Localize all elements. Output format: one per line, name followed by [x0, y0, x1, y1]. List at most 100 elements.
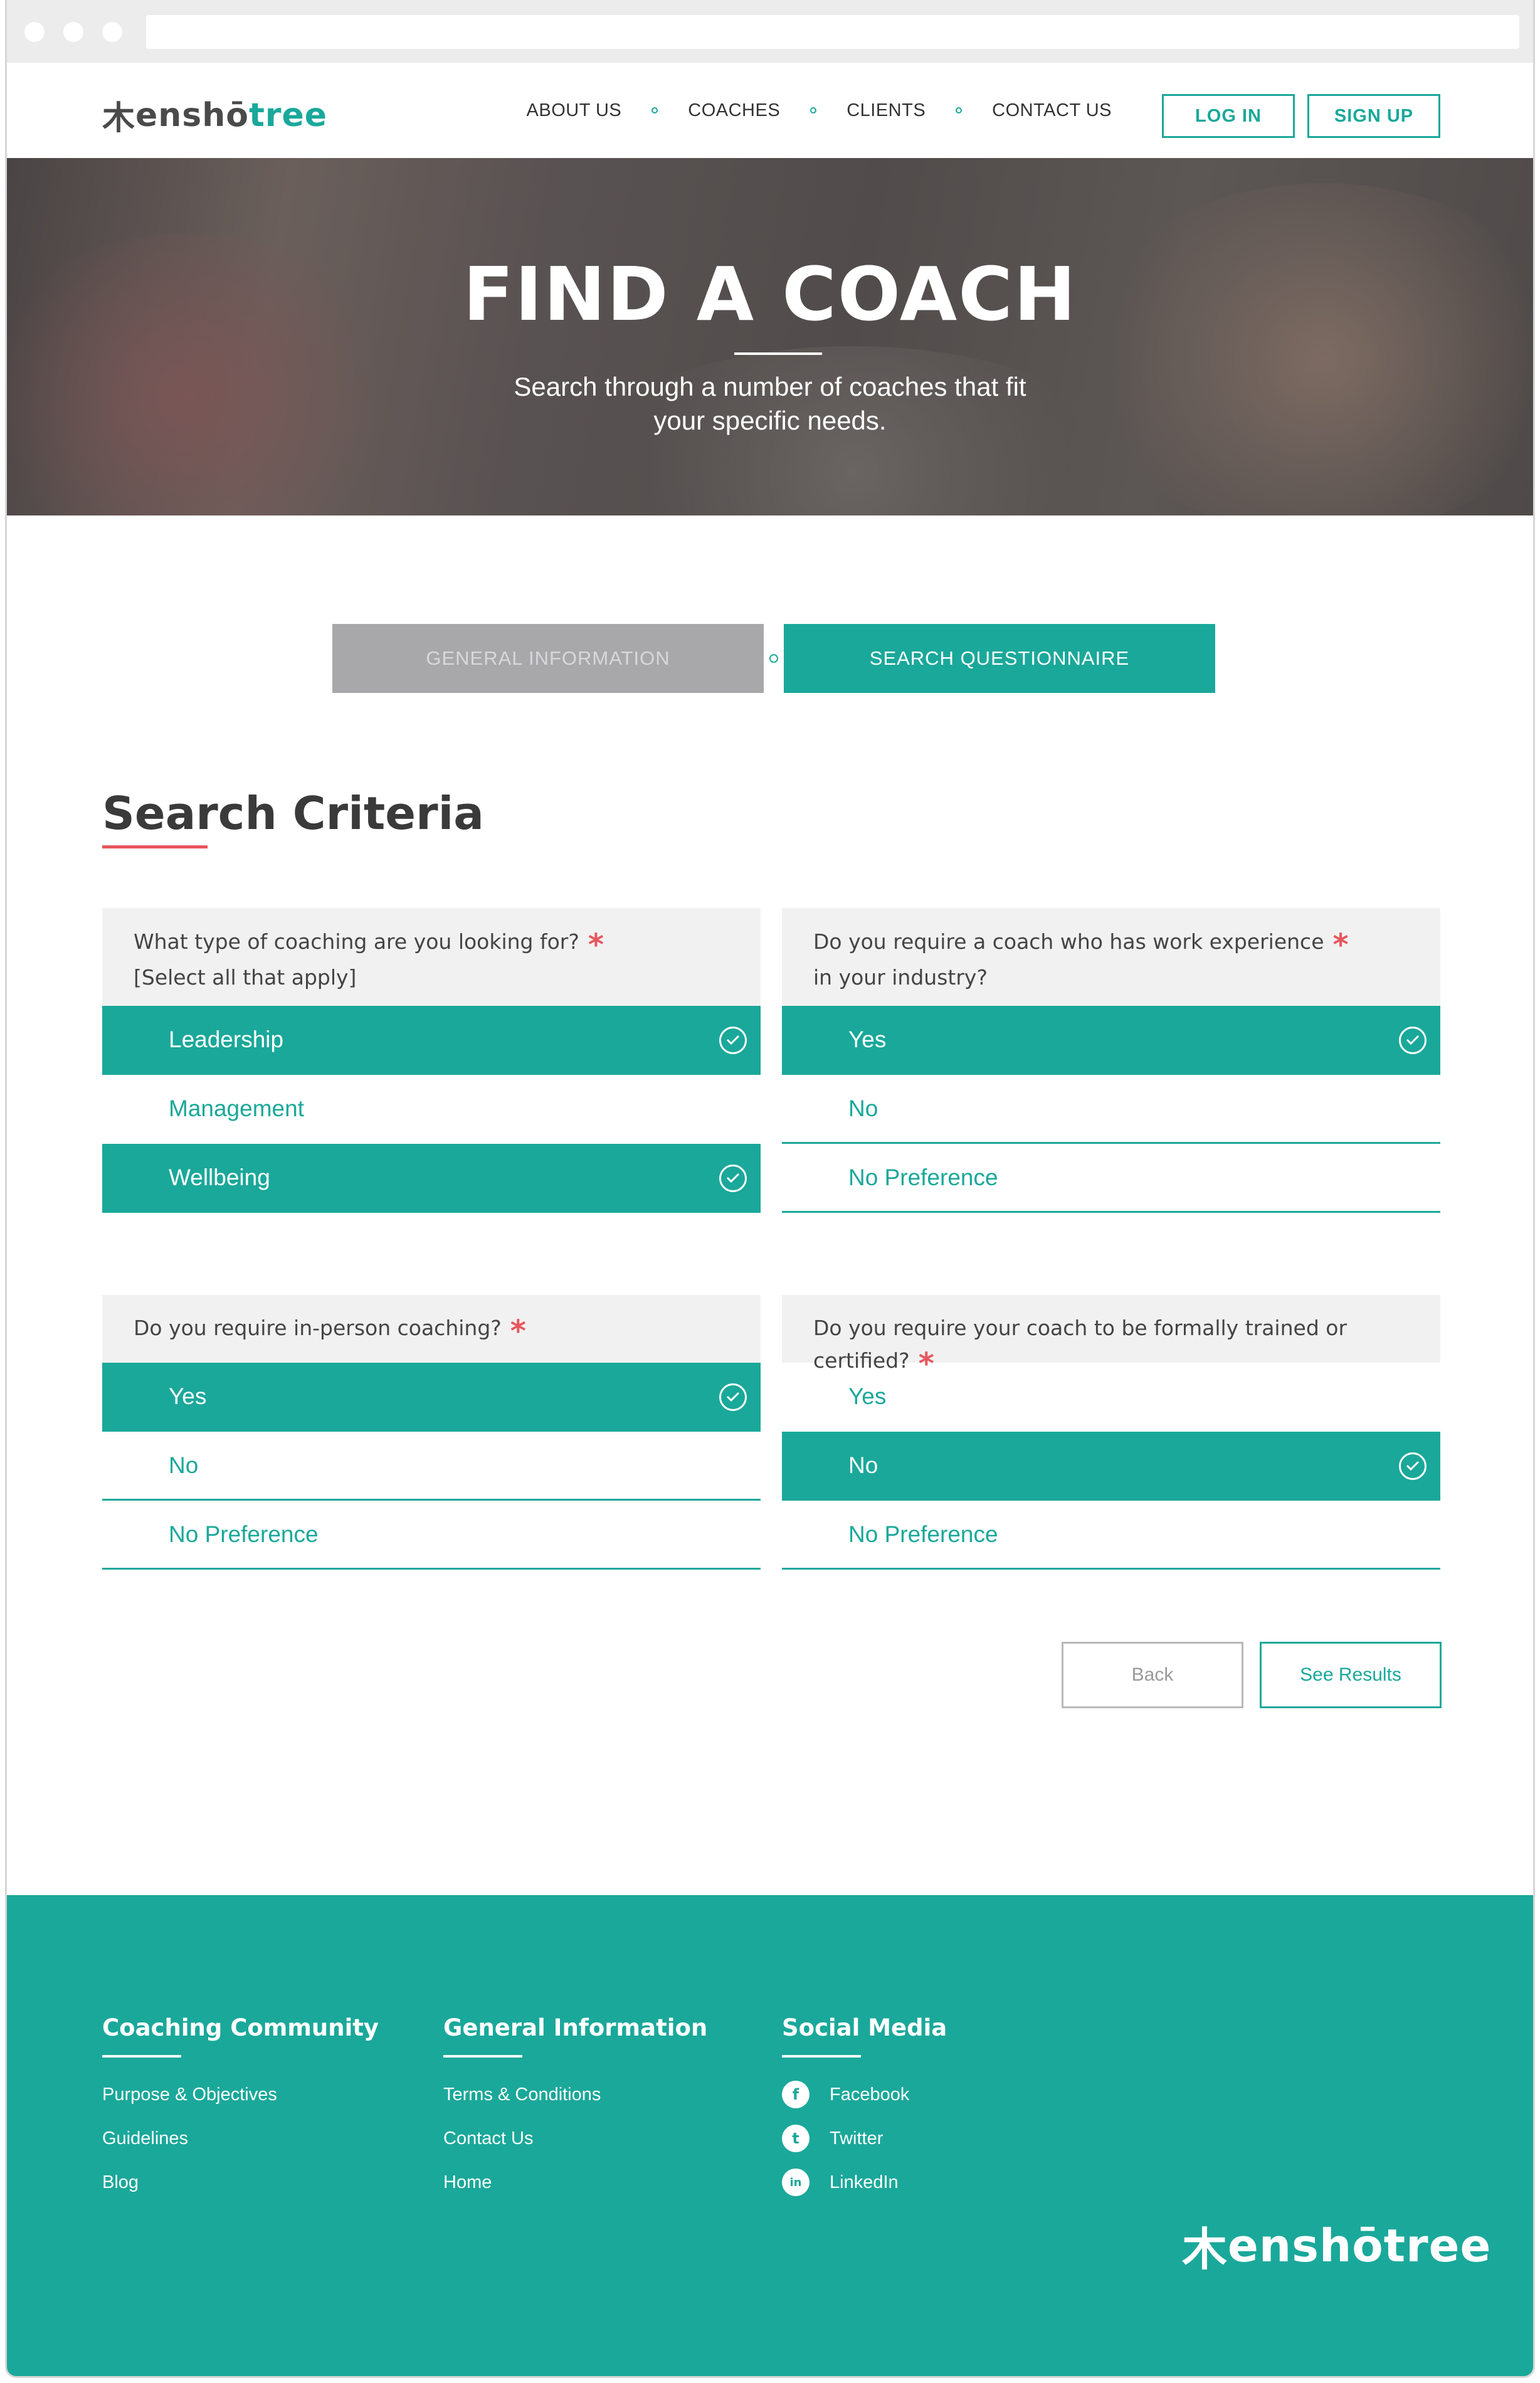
site-logo[interactable]: 木 enshō tree	[102, 92, 327, 139]
nav-separator-icon	[651, 107, 658, 114]
option-label: Yes	[848, 1383, 887, 1409]
top-navigation: 木 enshō tree ABOUT US COACHES CLIENTS CONT…	[7, 63, 1533, 158]
option-no[interactable]: No	[782, 1432, 1440, 1501]
option-yes[interactable]: Yes	[102, 1363, 761, 1432]
question-certified: Do you require your coach to be formally…	[782, 1295, 1440, 1570]
title-underline	[734, 352, 822, 355]
question-text: What type of coaching are you looking fo…	[134, 929, 579, 954]
browser-chrome	[7, 0, 1533, 63]
question-header: What type of coaching are you looking fo…	[102, 908, 761, 1006]
step-general-information[interactable]: GENERAL INFORMATION	[332, 624, 764, 693]
footer-column-community: Coaching Community Purpose & Objectives …	[102, 2014, 379, 2193]
section-title: Search Criteria	[102, 787, 484, 840]
footer-heading-underline	[443, 2055, 522, 2058]
check-icon	[719, 1165, 747, 1192]
social-twitter-link[interactable]: t Twitter	[782, 2125, 947, 2152]
window-dot-icon[interactable]	[102, 22, 122, 42]
window-dot-icon[interactable]	[24, 22, 45, 42]
option-label: No	[169, 1452, 199, 1478]
login-button[interactable]: LOG IN	[1162, 94, 1295, 138]
footer-link[interactable]: Blog	[102, 2172, 379, 2193]
option-yes[interactable]: Yes	[782, 1363, 1440, 1432]
facebook-icon: f	[782, 2081, 810, 2108]
nav-coaches[interactable]: COACHES	[688, 100, 780, 121]
signup-button[interactable]: SIGN UP	[1307, 94, 1440, 138]
nav-about-us[interactable]: ABOUT US	[527, 100, 622, 121]
question-text: Do you require a coach who has work expe…	[813, 929, 1324, 954]
see-results-button[interactable]: See Results	[1260, 1642, 1442, 1708]
required-icon: *	[588, 927, 604, 963]
subtitle-line: your specific needs.	[653, 406, 887, 435]
required-icon: *	[1332, 927, 1349, 963]
social-label: Twitter	[830, 2128, 883, 2148]
option-label: No	[848, 1095, 878, 1121]
option-label: No Preference	[169, 1521, 319, 1547]
footer-heading-underline	[782, 2055, 861, 2058]
option-leadership[interactable]: Leadership	[102, 1006, 761, 1075]
footer-link[interactable]: Contact Us	[443, 2128, 707, 2149]
nav-separator-icon	[810, 107, 817, 114]
address-bar[interactable]	[146, 15, 1519, 49]
option-yes[interactable]: Yes	[782, 1006, 1440, 1075]
option-label: Yes	[848, 1026, 887, 1052]
footer-heading: Coaching Community	[102, 2014, 379, 2041]
subtitle-line: Search through a number of coaches that …	[514, 372, 1026, 401]
back-button[interactable]: Back	[1062, 1642, 1243, 1708]
logo-tree-icon: 木	[102, 100, 136, 137]
check-icon	[719, 1383, 747, 1411]
option-no-preference[interactable]: No Preference	[102, 1501, 761, 1570]
footer-column-general: General Information Terms & Conditions C…	[443, 2014, 707, 2193]
footer-heading-underline	[102, 2055, 181, 2058]
option-no[interactable]: No	[782, 1075, 1440, 1144]
option-label: No Preference	[848, 1164, 998, 1190]
footer-column-social: Social Media f Facebook t Twitter in Linked…	[782, 2014, 947, 2196]
hero-background-image	[1073, 183, 1533, 515]
option-no[interactable]: No	[102, 1432, 761, 1501]
window-dot-icon[interactable]	[63, 22, 83, 42]
nav-clients[interactable]: CLIENTS	[846, 100, 926, 121]
option-wellbeing[interactable]: Wellbeing	[102, 1144, 761, 1213]
check-icon	[719, 1027, 747, 1054]
footer-logo[interactable]: 木 enshō tree	[1182, 2212, 1491, 2278]
footer-link[interactable]: Purpose & Objectives	[102, 2084, 379, 2105]
step-connector-icon	[769, 654, 778, 663]
question-text: Do you require in-person coaching?	[134, 1316, 502, 1340]
question-header: Do you require in-person coaching? *	[102, 1295, 761, 1363]
question-industry-experience: Do you require a coach who has work expe…	[782, 908, 1440, 1213]
question-text: in your industry?	[813, 965, 988, 990]
logo-text: enshō	[135, 96, 249, 134]
question-hint: [Select all that apply]	[134, 965, 357, 990]
footer-link[interactable]: Terms & Conditions	[443, 2084, 707, 2105]
step-search-questionnaire[interactable]: SEARCH QUESTIONNAIRE	[784, 624, 1215, 693]
option-no-preference[interactable]: No Preference	[782, 1144, 1440, 1213]
option-label: No Preference	[848, 1521, 998, 1547]
nav-contact-us[interactable]: CONTACT US	[992, 100, 1112, 121]
nav-links: ABOUT US COACHES CLIENTS CONTACT US	[527, 63, 1112, 158]
option-management[interactable]: Management	[102, 1075, 761, 1144]
question-coaching-type: What type of coaching are you looking fo…	[102, 908, 761, 1213]
logo-tree-icon: 木	[1182, 2223, 1228, 2276]
footer-link[interactable]: Guidelines	[102, 2128, 379, 2149]
check-icon	[1399, 1452, 1427, 1480]
question-header: Do you require your coach to be formally…	[782, 1295, 1440, 1380]
page-title: FIND A COACH	[463, 251, 1077, 337]
nav-separator-icon	[956, 107, 962, 114]
option-label: Wellbeing	[169, 1164, 270, 1190]
logo-text-accent: tree	[249, 96, 328, 134]
social-facebook-link[interactable]: f Facebook	[782, 2081, 947, 2108]
footer-heading: Social Media	[782, 2014, 947, 2041]
hero-banner: FIND A COACH Search through a number of …	[7, 158, 1533, 515]
question-header: Do you require a coach who has work expe…	[782, 908, 1440, 1006]
logo-text: enshō	[1228, 2219, 1384, 2272]
site-footer: Coaching Community Purpose & Objectives …	[7, 1895, 1533, 2376]
page-subtitle: Search through a number of coaches that …	[7, 370, 1533, 438]
option-no-preference[interactable]: No Preference	[782, 1501, 1440, 1570]
social-linkedin-link[interactable]: in LinkedIn	[782, 2169, 947, 2196]
option-label: Management	[169, 1095, 304, 1121]
social-label: Facebook	[830, 2084, 910, 2105]
linkedin-icon: in	[782, 2169, 810, 2196]
question-in-person: Do you require in-person coaching? * Yes …	[102, 1295, 761, 1570]
browser-window: 木 enshō tree ABOUT US COACHES CLIENTS CONT…	[5, 0, 1535, 2378]
footer-link[interactable]: Home	[443, 2172, 707, 2193]
twitter-icon: t	[782, 2125, 810, 2152]
